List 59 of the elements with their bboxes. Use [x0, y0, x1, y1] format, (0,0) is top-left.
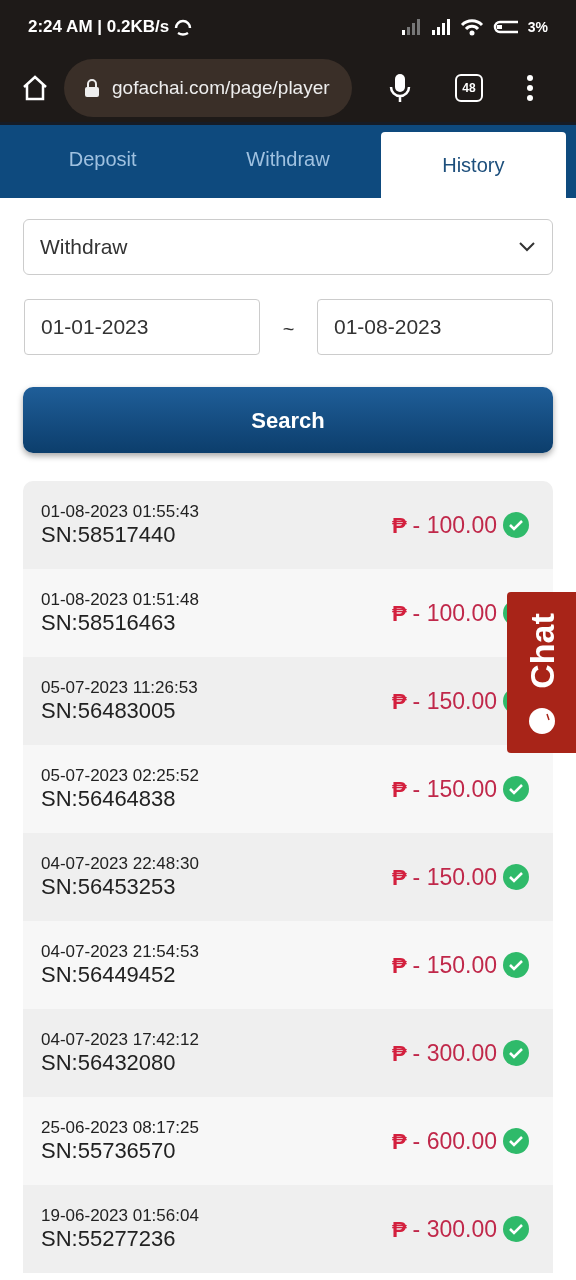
address-bar[interactable]: gofachai.com/page/player	[64, 59, 352, 117]
currency-sign: ₱	[391, 863, 407, 892]
currency-sign: ₱	[391, 951, 407, 980]
record-datetime: 01-08-2023 01:51:48	[41, 590, 199, 610]
currency-sign: ₱	[391, 1127, 407, 1156]
search-button[interactable]: Search	[23, 387, 553, 453]
record-datetime: 04-07-2023 17:42:12	[41, 1030, 199, 1050]
more-icon[interactable]	[526, 74, 535, 102]
record-sn: SN:56453253	[41, 874, 177, 900]
chevron-down-icon	[518, 241, 536, 253]
record-amount: - 150.00	[412, 774, 497, 804]
tab[interactable]: Withdraw	[195, 125, 381, 198]
date-to-field[interactable]: 01-08-2023	[317, 299, 553, 355]
record-sn: SN:55736570	[41, 1138, 177, 1164]
record-sn: SN:56483005	[41, 698, 177, 724]
record-amount: - 600.00	[412, 1126, 497, 1156]
record-amount: - 100.00	[412, 598, 497, 628]
record-amount: - 150.00	[412, 862, 497, 892]
record-datetime: 05-07-2023 11:26:53	[41, 678, 198, 698]
currency-sign: ₱	[391, 511, 407, 540]
currency-sign: ₱	[391, 775, 407, 804]
sync-icon	[173, 17, 194, 37]
wifi-icon	[459, 17, 484, 37]
record-sn: SN:56464838	[41, 786, 177, 812]
microphone-icon[interactable]	[387, 72, 412, 104]
battery-icon	[491, 18, 520, 36]
currency-sign: ₱	[391, 1215, 407, 1244]
record-amount: - 150.00	[412, 950, 497, 980]
record-datetime: 19-06-2023 01:56:04	[41, 1206, 199, 1226]
record-datetime: 25-06-2023 08:17:25	[41, 1118, 199, 1138]
record-datetime: 05-07-2023 02:25:52	[41, 766, 199, 786]
record-sn: SN:58517440	[41, 522, 177, 548]
chat-button[interactable]: Chat	[507, 592, 576, 753]
currency-sign: ₱	[391, 599, 407, 628]
date-separator: ~	[281, 317, 296, 342]
tab-count[interactable]: 48	[455, 74, 483, 102]
currency-sign: ₱	[391, 687, 407, 716]
record-datetime: 04-07-2023 22:48:30	[41, 854, 199, 874]
record-amount: - 300.00	[412, 1214, 497, 1244]
record-sn: SN:58516463	[41, 610, 177, 636]
tab[interactable]: Deposit	[10, 125, 196, 198]
record-sn: SN:55277236	[41, 1226, 177, 1252]
battery-percent: 3%	[527, 17, 548, 37]
date-from-field[interactable]: 01-01-2023	[24, 299, 260, 355]
tab[interactable]: History	[380, 132, 566, 198]
signal-icon	[429, 18, 452, 36]
record-amount: - 300.00	[412, 1038, 497, 1068]
record-datetime: 04-07-2023 21:54:53	[41, 942, 199, 962]
record-sn: SN:56449452	[41, 962, 177, 988]
record-sn: SN:56432080	[41, 1050, 177, 1076]
status-time: 2:24 AM | 0.2KB/s	[28, 16, 170, 39]
record-datetime: 01-08-2023 01:55:43	[41, 502, 199, 522]
url-text: gofachai.com/page/player	[112, 75, 330, 100]
record-amount: - 100.00	[412, 510, 497, 540]
type-select[interactable]: Withdraw	[23, 219, 553, 275]
lock-icon	[84, 78, 100, 98]
record-amount: - 150.00	[412, 686, 497, 716]
signal-icon	[399, 18, 422, 36]
currency-sign: ₱	[391, 1039, 407, 1068]
